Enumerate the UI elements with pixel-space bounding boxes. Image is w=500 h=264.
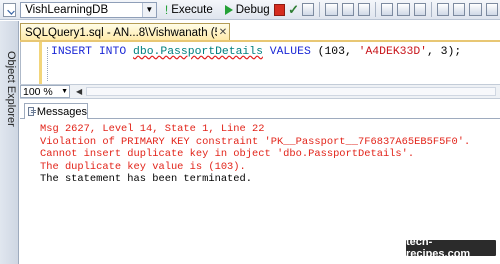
execute-button[interactable]: ! Execute: [161, 1, 217, 19]
error-line: Cannot insert duplicate key in object 'd…: [40, 148, 415, 161]
toolbar-separator: [430, 2, 432, 17]
comment-icon[interactable]: [436, 3, 450, 16]
error-line: The duplicate key value is (103).: [40, 160, 246, 173]
indent-icon[interactable]: [469, 3, 482, 16]
connect-icon[interactable]: [3, 2, 17, 17]
execute-label: Execute: [171, 3, 213, 16]
debug-label: Debug: [235, 3, 270, 16]
toolbar-separator: [319, 2, 321, 17]
execute-icon: !: [164, 2, 169, 17]
object-explorer-tab[interactable]: Object Explorer: [3, 51, 17, 141]
error-line: Violation of PRIMARY KEY constraint 'PK_…: [40, 135, 471, 148]
zoom-select[interactable]: 100 % ▼: [20, 85, 70, 98]
object-explorer-strip[interactable]: Object Explorer: [0, 21, 19, 264]
toolbar-separator: [375, 2, 377, 17]
outline-guide: [47, 47, 48, 81]
chevron-down-icon[interactable]: ▼: [61, 88, 68, 95]
uncomment-icon[interactable]: [453, 3, 466, 16]
display-plan-icon[interactable]: [325, 3, 338, 16]
scroll-left-icon[interactable]: ◀: [76, 87, 82, 96]
stop-icon[interactable]: [273, 3, 285, 16]
messages-output: Msg 2627, Level 14, State 1, Line 22 Vio…: [40, 123, 470, 186]
debug-icon: [224, 4, 233, 15]
results-to-text-icon[interactable]: [381, 3, 394, 16]
messages-icon: [28, 107, 36, 116]
tab-query-editor-label: SQLQuery1.sql - AN...8\Vishwanath (52))*: [25, 26, 217, 39]
watermark-badge: tech-recipes.com: [406, 236, 496, 260]
results-tab-border: [20, 118, 500, 119]
code-open-paren: (103,: [310, 46, 359, 58]
query-options-icon[interactable]: [341, 3, 354, 16]
horizontal-scrollbar[interactable]: [86, 87, 496, 96]
code-line[interactable]: INSERT INTO dbo.PassportDetails VALUES (…: [51, 46, 461, 58]
outdent-icon[interactable]: [485, 3, 498, 16]
intellisense-icon[interactable]: [357, 3, 371, 16]
results-to-file-icon[interactable]: [413, 3, 426, 16]
change-marker: [39, 42, 42, 84]
tab-query-editor[interactable]: SQLQuery1.sql - AN...8\Vishwanath (52))*…: [20, 23, 230, 41]
code-close-paren: , 3);: [427, 46, 462, 58]
error-line: Msg 2627, Level 14, State 1, Line 22: [40, 123, 265, 135]
close-icon[interactable]: ✕: [217, 27, 229, 38]
chevron-down-icon[interactable]: ▼: [141, 2, 156, 17]
database-select-value: VishLearningDB: [25, 3, 109, 16]
tab-messages-label: Messages: [36, 105, 87, 118]
tab-messages[interactable]: Messages: [24, 103, 88, 119]
results-to-grid-icon[interactable]: [397, 3, 410, 16]
zoom-value: 100 %: [23, 85, 53, 98]
keyword-insert: INSERT INTO: [51, 46, 127, 58]
editor-status-strip: 100 % ▼ ◀: [20, 84, 500, 99]
parse-icon[interactable]: [302, 3, 315, 16]
table-name: dbo.PassportDetails: [133, 46, 263, 58]
database-select[interactable]: VishLearningDB ▼: [20, 1, 157, 18]
sql-editor[interactable]: INSERT INTO dbo.PassportDetails VALUES (…: [20, 42, 500, 84]
string-literal: 'A4DEK33D': [358, 46, 427, 58]
keyword-values: VALUES: [269, 46, 311, 58]
debug-button[interactable]: Debug: [221, 1, 274, 19]
info-line: The statement has been terminated.: [40, 173, 253, 186]
check-icon[interactable]: ✓: [287, 2, 300, 18]
query-toolbar: VishLearningDB ▼ ! Execute Debug ✓: [0, 0, 500, 20]
